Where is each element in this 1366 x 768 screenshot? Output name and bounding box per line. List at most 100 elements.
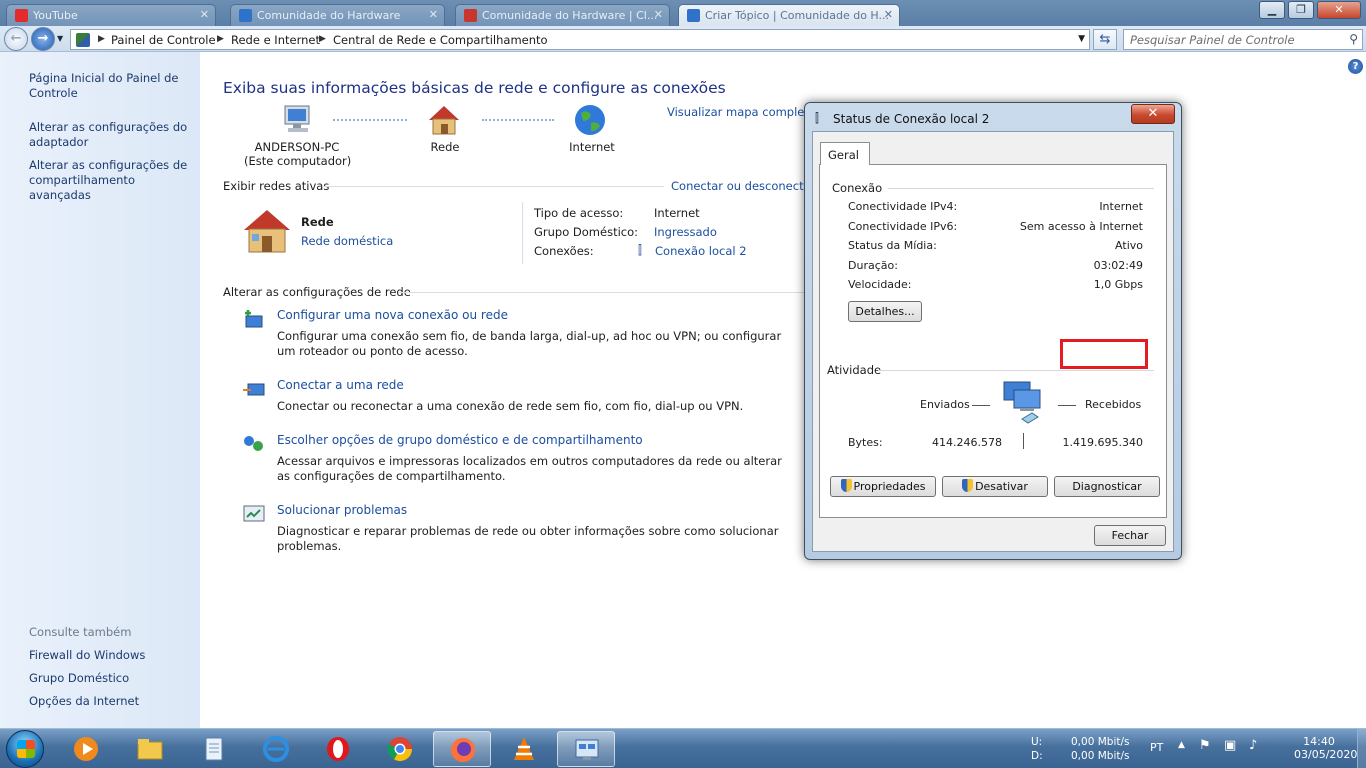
homegroup-value-link[interactable]: Ingressado [654,225,717,239]
connection-status-dialog: ⫿ Status de Conexão local 2 ✕ Geral Cone… [804,102,1182,560]
link-control-panel-home[interactable]: Página Inicial do Painel de Controle [29,71,199,101]
connection-link[interactable]: Conexão local 2 [655,244,747,258]
connection-group-heading: Conexão [832,181,883,195]
link-advanced-sharing-settings[interactable]: Alterar as configurações de compartilham… [29,158,199,203]
browser-tab-label: Comunidade do Hardware [257,9,401,22]
address-dropdown-icon[interactable]: ▼ [1078,34,1085,44]
address-bar[interactable]: ▶ Painel de Controle ▶ Rede e Internet ▶… [70,29,1090,50]
action-center-flag-icon[interactable]: ⚑ [1199,738,1211,753]
tab-geral[interactable]: Geral [820,142,870,165]
youtube-icon [15,9,28,22]
change-settings-heading: Alterar as configurações de rede [223,285,411,299]
breadcrumb-separator-icon[interactable]: ▶ [98,34,105,44]
show-hidden-icons-icon[interactable]: ▲ [1178,740,1185,750]
breadcrumb-central-rede[interactable]: Central de Rede e Compartilhamento [333,33,548,47]
task-new-connection-desc: Configurar uma conexão sem fio, de banda… [277,329,782,358]
search-icon[interactable]: ⚲ [1349,32,1358,46]
refresh-button[interactable]: ⇆ [1093,29,1117,50]
link-windows-firewall[interactable]: Firewall do Windows [29,648,199,663]
disable-button[interactable]: Desativar [942,476,1048,497]
forward-button[interactable]: → [31,27,55,51]
task-troubleshoot-desc: Diagnosticar e reparar problemas de rede… [277,524,779,553]
map-computer-label: ANDERSON-PC (Este computador) [244,140,351,168]
minimize-button[interactable]: ▁ [1259,1,1285,19]
internet-explorer-icon [263,736,289,762]
network-tray-icon[interactable]: ▣ [1224,738,1236,753]
activity-line [972,405,990,406]
details-button[interactable]: Detalhes... [848,301,922,322]
network-activity-icon [1003,381,1041,424]
task-new-connection-link[interactable]: Configurar uma nova conexão ou rede [277,308,508,322]
taskbar-firefox[interactable] [433,731,491,767]
network-type-link[interactable]: Rede doméstica [301,234,393,248]
back-button[interactable]: ← [4,27,28,51]
windows-explorer-icon [137,739,163,760]
control-panel-icon [76,33,90,47]
connect-disconnect-link[interactable]: Conectar ou desconectar [671,179,815,193]
speed-highlight-box [1060,339,1148,369]
maximize-button[interactable]: ❐ [1288,1,1314,19]
breadcrumb-rede-internet[interactable]: Rede e Internet [231,33,320,47]
browser-tab-criar-topico[interactable]: Criar Tópico | Comunidade do H... ✕ [678,4,900,26]
breadcrumb-painel[interactable]: Painel de Controle [111,33,216,47]
homegroup-label: Grupo Doméstico: [534,225,639,239]
properties-button[interactable]: Propriedades [830,476,936,497]
taskbar-media-player[interactable] [57,731,115,767]
taskbar-notepad[interactable] [185,731,243,767]
access-type-value: Internet [654,206,700,220]
link-change-adapter-settings[interactable]: Alterar as configurações do adaptador [29,120,199,150]
media-status-label: Status da Mídia: [848,239,937,252]
task-homegroup-link[interactable]: Escolher opções de grupo doméstico e de … [277,433,643,447]
clock[interactable]: 14:40 03/05/2020 [1294,735,1357,761]
breadcrumb-separator-icon[interactable]: ▶ [319,34,326,44]
taskbar: U: 0,00 Mbit/s D: 0,00 Mbit/s PT ▲ ⚑ ▣ ♪… [0,728,1366,768]
bytes-label: Bytes: [848,436,883,449]
taskbar-chrome[interactable] [371,731,429,767]
close-icon[interactable]: ✕ [429,8,438,21]
browser-tab-label: Criar Tópico | Comunidade do H... [705,9,889,22]
task-connect-network-link[interactable]: Conectar a uma rede [277,378,404,392]
connect-network-icon [243,383,265,396]
taskbar-opera[interactable] [309,731,367,767]
taskbar-network-center[interactable] [557,731,615,767]
search-input[interactable] [1124,30,1334,49]
browser-tab-hardware[interactable]: Comunidade do Hardware ✕ [230,4,445,26]
breadcrumb-separator-icon[interactable]: ▶ [217,34,224,44]
link-homegroup[interactable]: Grupo Doméstico [29,671,199,686]
network-center-icon [575,739,599,760]
taskbar-internet-explorer[interactable] [247,731,305,767]
start-button[interactable] [6,730,44,768]
show-desktop-button[interactable] [1357,729,1366,768]
help-icon[interactable]: ? [1348,59,1363,74]
ipv4-value: Internet [1099,200,1143,213]
language-indicator[interactable]: PT [1150,741,1163,754]
close-icon[interactable]: ✕ [654,8,663,21]
upload-label: U: [1031,736,1043,748]
view-full-map-link[interactable]: Visualizar mapa completo [667,105,816,119]
network-name: Rede [301,215,334,229]
taskbar-vlc[interactable] [495,731,553,767]
recent-pages-dropdown[interactable]: ▼ [57,34,63,43]
firefox-icon [451,738,475,762]
site-icon [464,9,477,22]
volume-icon[interactable]: ♪ [1249,738,1257,753]
close-icon[interactable]: ✕ [884,8,893,21]
search-box[interactable]: ⚲ [1123,29,1363,50]
dialog-title: Status de Conexão local 2 [833,112,990,126]
browser-tab-label: YouTube [33,9,78,22]
close-button[interactable]: Fechar [1094,525,1166,546]
duration-value: 03:02:49 [1093,259,1143,272]
activity-line [1058,405,1076,406]
browser-tab-youtube[interactable]: YouTube ✕ [6,4,216,26]
bytes-received-value: 1.419.695.340 [1062,436,1143,449]
taskbar-explorer[interactable] [121,731,179,767]
browser-tab-hardware-2[interactable]: Comunidade do Hardware | Cl... ✕ [455,4,670,26]
diagnose-button[interactable]: Diagnosticar [1054,476,1160,497]
window-close-button[interactable]: ✕ [1317,1,1361,19]
close-icon[interactable]: ✕ [200,8,209,21]
dialog-close-button[interactable]: ✕ [1131,104,1175,124]
task-troubleshoot-link[interactable]: Solucionar problemas [277,503,407,517]
speed-value: 1,0 Gbps [1093,278,1143,291]
link-internet-options[interactable]: Opções da Internet [29,694,199,709]
uac-shield-icon [840,479,852,492]
